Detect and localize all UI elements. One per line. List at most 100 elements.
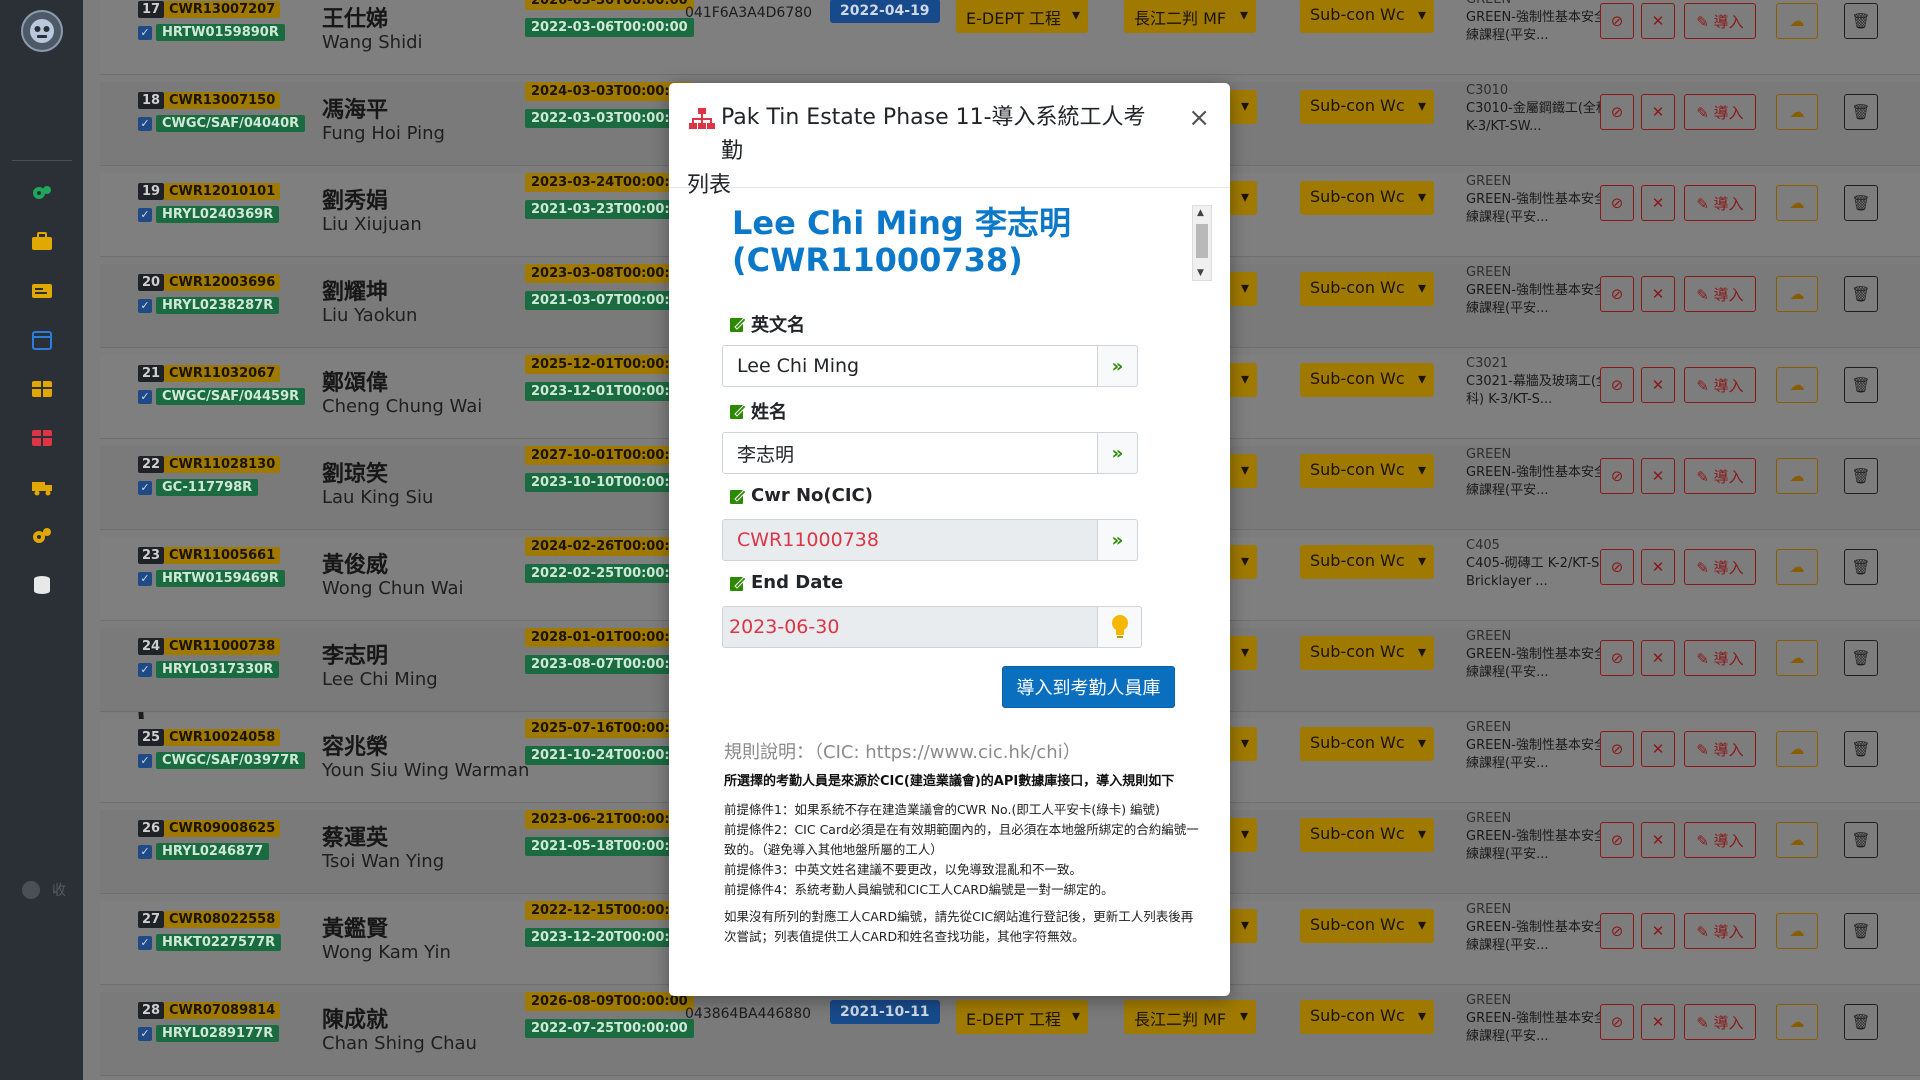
lightbulb-icon[interactable] xyxy=(1098,606,1142,648)
import-button[interactable]: ✎ 導入 xyxy=(1684,549,1756,585)
copy-cwr-no-button[interactable]: » xyxy=(1098,519,1138,561)
import-button[interactable]: ✎ 導入 xyxy=(1684,367,1756,403)
id-card-icon[interactable] xyxy=(28,278,56,304)
english-name-input[interactable]: Lee Chi Ming xyxy=(722,345,1098,387)
import-button[interactable]: ✎ 導入 xyxy=(1684,731,1756,767)
scroll-down-icon[interactable]: ▼ xyxy=(1197,268,1204,278)
delete-button[interactable]: 🗑 xyxy=(1844,367,1878,403)
checkbox[interactable]: ✓ xyxy=(138,208,152,222)
copy-chinese-name-button[interactable]: » xyxy=(1098,432,1138,474)
cloud-upload-button[interactable]: ☁ xyxy=(1776,640,1818,676)
subcon-select[interactable]: Sub-con Wc xyxy=(1300,727,1434,761)
department-select[interactable]: E-DEPT 工程 xyxy=(956,1000,1088,1034)
subcon-select[interactable]: Sub-con Wc xyxy=(1300,909,1434,943)
disable-user-button[interactable]: ✕ xyxy=(1641,3,1675,39)
disable-user-button[interactable]: ✕ xyxy=(1641,913,1675,949)
chinese-name-input[interactable]: 李志明 xyxy=(722,432,1098,474)
subcon-select[interactable]: Sub-con Wc xyxy=(1300,0,1434,33)
disable-user-button[interactable]: ✕ xyxy=(1641,1004,1675,1040)
import-button[interactable]: ✎ 導入 xyxy=(1684,276,1756,312)
disable-user-button[interactable]: ✕ xyxy=(1641,549,1675,585)
disable-user-button[interactable]: ✕ xyxy=(1641,458,1675,494)
delete-button[interactable]: 🗑 xyxy=(1844,185,1878,221)
unlink-button[interactable]: ⊘ xyxy=(1600,367,1634,403)
unlink-button[interactable]: ⊘ xyxy=(1600,3,1634,39)
gears-icon[interactable] xyxy=(28,180,56,206)
scroll-thumb[interactable] xyxy=(1196,224,1208,258)
import-button[interactable]: ✎ 導入 xyxy=(1684,3,1756,39)
checkbox[interactable]: ✓ xyxy=(138,845,152,859)
cloud-upload-button[interactable]: ☁ xyxy=(1776,94,1818,130)
checkbox[interactable]: ✓ xyxy=(138,936,152,950)
unlink-button[interactable]: ⊘ xyxy=(1600,640,1634,676)
checkbox[interactable]: ✓ xyxy=(138,572,152,586)
disable-user-button[interactable]: ✕ xyxy=(1641,640,1675,676)
delete-button[interactable]: 🗑 xyxy=(1844,458,1878,494)
checkbox[interactable]: ✓ xyxy=(138,26,152,40)
scroll-up-icon[interactable]: ▲ xyxy=(1197,208,1204,218)
subcon-select[interactable]: Sub-con Wc xyxy=(1300,454,1434,488)
cloud-upload-button[interactable]: ☁ xyxy=(1776,458,1818,494)
checkbox[interactable]: ✓ xyxy=(138,1027,152,1041)
import-button[interactable]: ✎ 導入 xyxy=(1684,94,1756,130)
cloud-upload-button[interactable]: ☁ xyxy=(1776,3,1818,39)
import-button[interactable]: ✎ 導入 xyxy=(1684,458,1756,494)
red-table-icon[interactable] xyxy=(28,425,56,451)
import-button[interactable]: ✎ 導入 xyxy=(1684,1004,1756,1040)
copy-english-name-button[interactable]: » xyxy=(1098,345,1138,387)
unlink-button[interactable]: ⊘ xyxy=(1600,458,1634,494)
briefcase-icon[interactable] xyxy=(28,229,56,255)
delete-button[interactable]: 🗑 xyxy=(1844,549,1878,585)
calendar-icon[interactable] xyxy=(28,327,56,353)
import-button[interactable]: ✎ 導入 xyxy=(1684,185,1756,221)
settings-icon[interactable] xyxy=(28,523,56,549)
subcon-select[interactable]: Sub-con Wc xyxy=(1300,272,1434,306)
unlink-button[interactable]: ⊘ xyxy=(1600,913,1634,949)
database-icon[interactable] xyxy=(28,572,56,598)
cloud-upload-button[interactable]: ☁ xyxy=(1776,276,1818,312)
cloud-upload-button[interactable]: ☁ xyxy=(1776,549,1818,585)
import-to-attendance-button[interactable]: 導入到考勤人員庫 xyxy=(1002,666,1175,708)
app-logo[interactable] xyxy=(21,10,63,52)
delete-button[interactable]: 🗑 xyxy=(1844,913,1878,949)
site-select[interactable]: 長江二判 MF xyxy=(1124,0,1256,33)
unlink-button[interactable]: ⊘ xyxy=(1600,185,1634,221)
disable-user-button[interactable]: ✕ xyxy=(1641,731,1675,767)
checkbox[interactable]: ✓ xyxy=(138,117,152,131)
disable-user-button[interactable]: ✕ xyxy=(1641,822,1675,858)
cloud-upload-button[interactable]: ☁ xyxy=(1776,822,1818,858)
unlink-button[interactable]: ⊘ xyxy=(1600,549,1634,585)
import-button[interactable]: ✎ 導入 xyxy=(1684,913,1756,949)
unlink-button[interactable]: ⊘ xyxy=(1600,731,1634,767)
checkbox[interactable]: ✓ xyxy=(138,754,152,768)
unlink-button[interactable]: ⊘ xyxy=(1600,276,1634,312)
department-select[interactable]: E-DEPT 工程 xyxy=(956,0,1088,33)
disable-user-button[interactable]: ✕ xyxy=(1641,276,1675,312)
import-button[interactable]: ✎ 導入 xyxy=(1684,640,1756,676)
cloud-upload-button[interactable]: ☁ xyxy=(1776,1004,1818,1040)
checkbox[interactable]: ✓ xyxy=(138,390,152,404)
delete-button[interactable]: 🗑 xyxy=(1844,94,1878,130)
close-icon[interactable]: × xyxy=(1188,103,1210,133)
unlink-button[interactable]: ⊘ xyxy=(1600,822,1634,858)
delete-button[interactable]: 🗑 xyxy=(1844,731,1878,767)
delete-button[interactable]: 🗑 xyxy=(1844,3,1878,39)
table-icon[interactable] xyxy=(28,376,56,402)
subcon-select[interactable]: Sub-con Wc xyxy=(1300,636,1434,670)
truck-icon[interactable] xyxy=(28,474,56,500)
delete-button[interactable]: 🗑 xyxy=(1844,822,1878,858)
subcon-select[interactable]: Sub-con Wc xyxy=(1300,181,1434,215)
unlink-button[interactable]: ⊘ xyxy=(1600,1004,1634,1040)
delete-button[interactable]: 🗑 xyxy=(1844,276,1878,312)
subcon-select[interactable]: Sub-con Wc xyxy=(1300,90,1434,124)
disable-user-button[interactable]: ✕ xyxy=(1641,367,1675,403)
unlink-button[interactable]: ⊘ xyxy=(1600,94,1634,130)
subcon-select[interactable]: Sub-con Wc xyxy=(1300,363,1434,397)
delete-button[interactable]: 🗑 xyxy=(1844,1004,1878,1040)
subcon-select[interactable]: Sub-con Wc xyxy=(1300,1000,1434,1034)
disable-user-button[interactable]: ✕ xyxy=(1641,185,1675,221)
modal-scrollbar[interactable]: ▲ ▼ xyxy=(1192,205,1212,281)
sidebar-collapse[interactable]: 收 xyxy=(22,880,66,900)
import-button[interactable]: ✎ 導入 xyxy=(1684,822,1756,858)
cloud-upload-button[interactable]: ☁ xyxy=(1776,731,1818,767)
